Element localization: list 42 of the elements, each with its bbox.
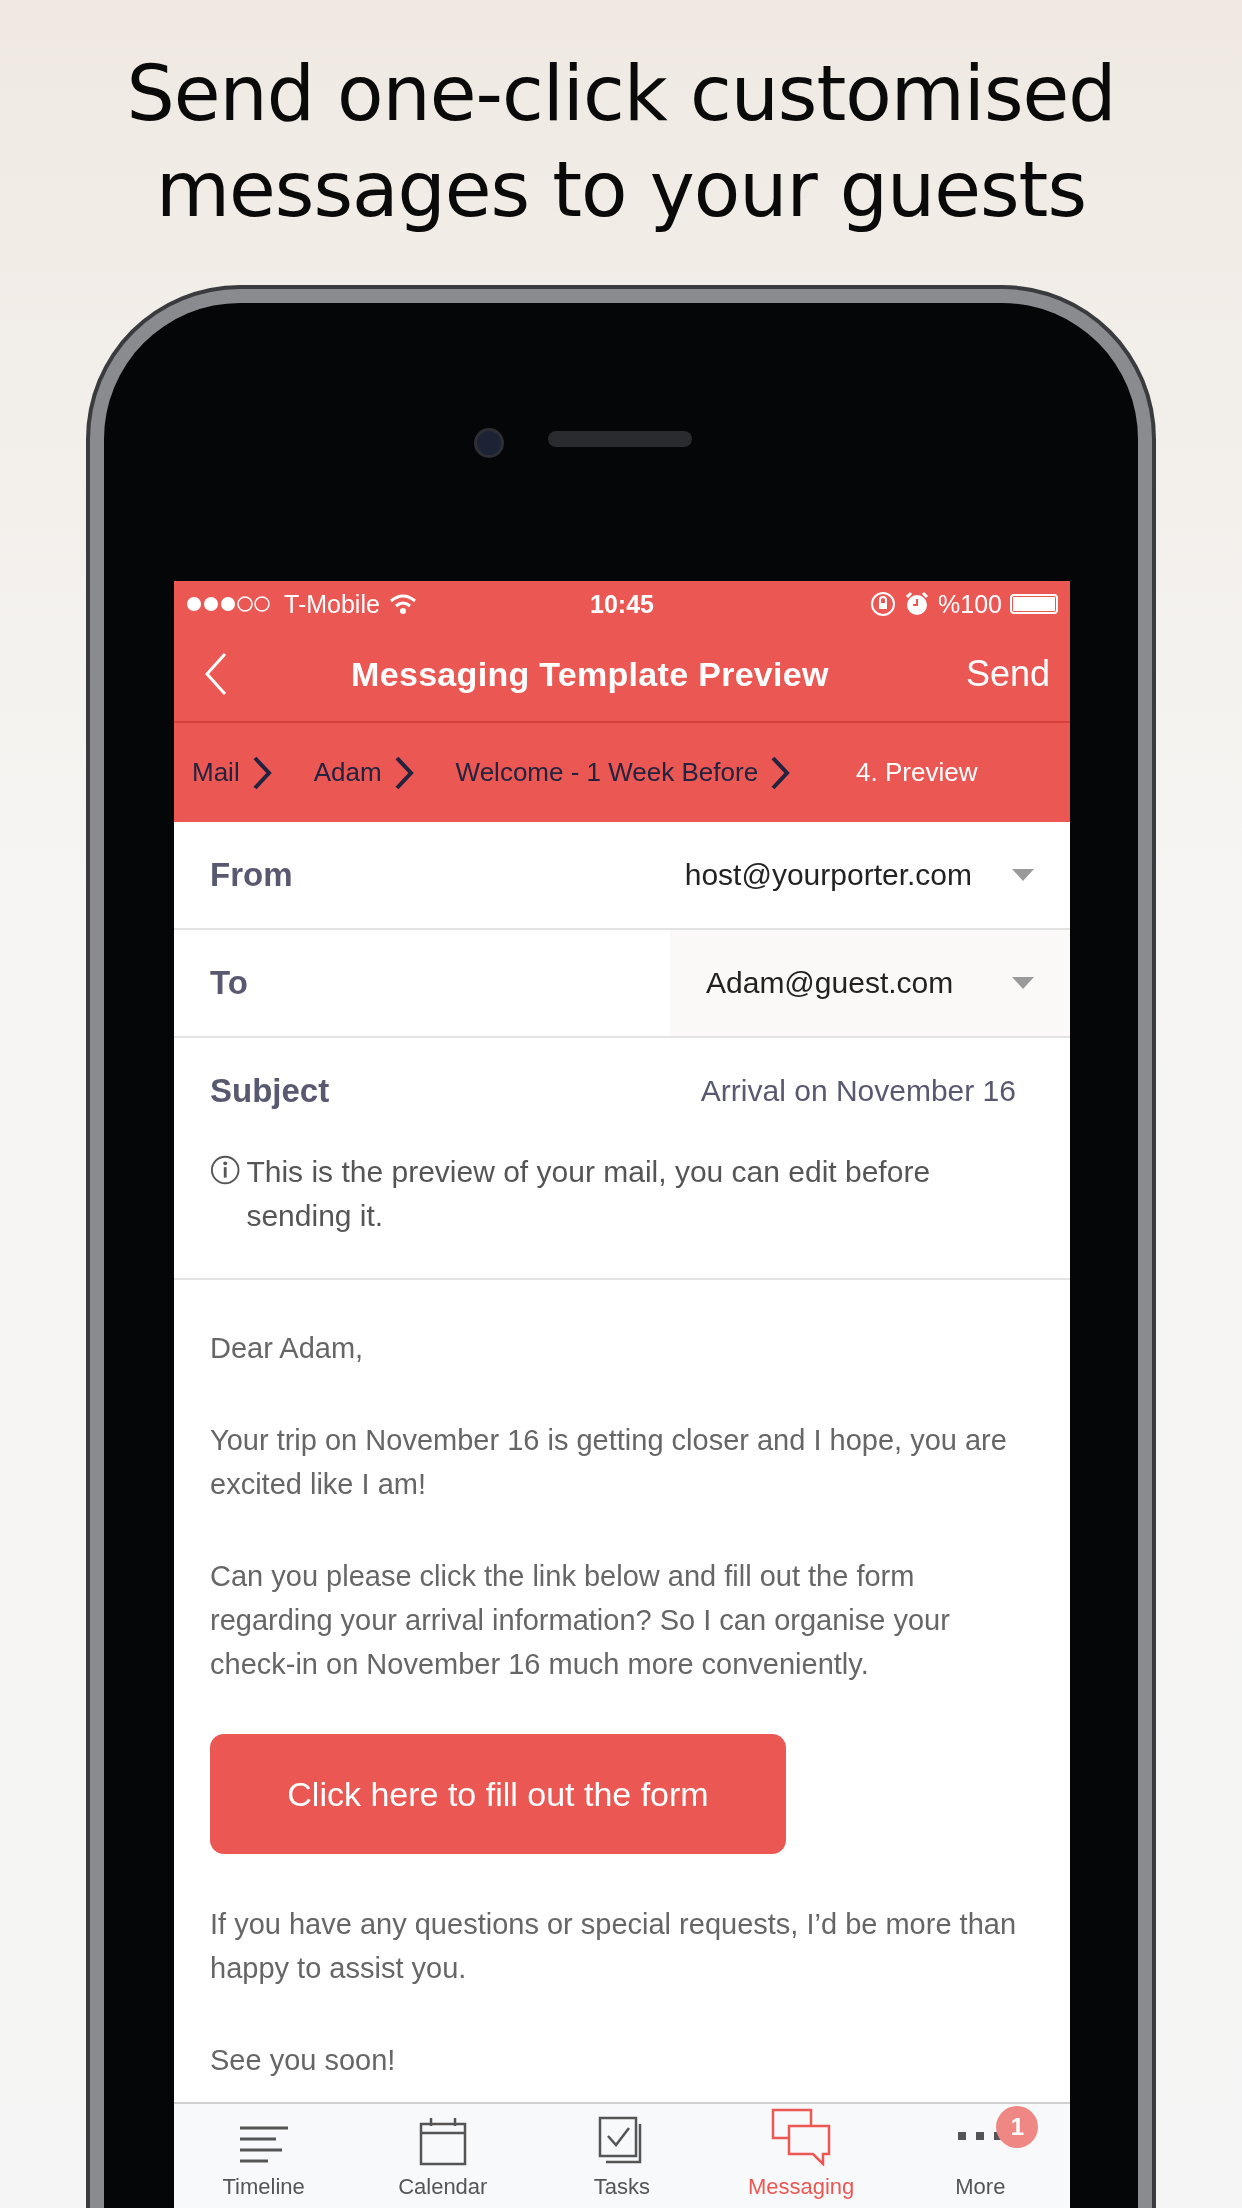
mail-paragraph: Dear Adam, [210,1331,365,1366]
field-label: To [210,964,248,1002]
screen-title: Messaging Template Preview [350,654,830,694]
headline: Send one-click customised messages to your guests [125,48,1117,236]
notification-badge: 1 [996,2106,1039,2148]
tab-bar-item[interactable]: Calendar [357,2104,528,2208]
calendar-icon [418,2116,467,2166]
chevron-right-icon [393,754,414,791]
subject-field[interactable]: Arrival on November 16 [700,1074,1070,1108]
chevron-right-icon [251,754,272,791]
dropdown-field[interactable]: host@yourporter.com [648,822,1070,928]
mail-paragraph: Can you please click the link below and fill out the form regarding your arrival information? So I can organise your check-in on November 16 much more conveniently. [210,1559,951,1682]
breadcrumb-item[interactable]: 4. Preview [856,757,978,788]
field-label: From [210,856,293,894]
carrier-name: T-Mobile [284,589,380,619]
field-label: Subject [210,1072,330,1110]
mail-paragraph: See you soon! [210,2043,397,2078]
mail-paragraph: If you have any questions or special requests, I’d be more than happy to assist you. [210,1907,1018,1986]
dropdown-field[interactable]: Adam@guest.com [670,930,1070,1036]
dropdown-caret-icon [1012,977,1034,989]
back-chevron-icon [204,652,228,696]
dropdown-caret-icon [1012,869,1034,881]
alarm-icon [904,591,931,617]
tab-bar-item[interactable]: Tasks [536,2104,707,2208]
breadcrumb-item[interactable]: Mail [192,757,240,788]
battery-icon [1010,594,1058,614]
breadcrumb-item[interactable]: Adam [313,757,382,788]
chat-bubbles-icon [771,2108,832,2166]
chevron-right-icon [770,754,791,791]
wifi-icon [387,593,418,615]
battery-percentage: %100 [938,589,1002,619]
breadcrumb-item[interactable]: Welcome - 1 Week Before [455,757,759,788]
info-icon [210,1154,241,1186]
tab-bar-item[interactable]: 1 More [895,2104,1066,2208]
clock-time: 10:45 [590,589,654,619]
camera-icon [474,428,504,458]
tab-bar-item[interactable]: Timeline [178,2104,349,2208]
send-button[interactable]: Send [925,653,1070,695]
form-link-button[interactable]: Click here to fill out the form [210,1734,786,1854]
info-note: This is the preview of your mail, you can edit before sending it. [246,1154,932,1234]
mail-paragraph: Your trip on November 16 is getting closer and I hope, you are excited like I am! [210,1423,1008,1502]
rotation-lock-icon [870,591,897,617]
